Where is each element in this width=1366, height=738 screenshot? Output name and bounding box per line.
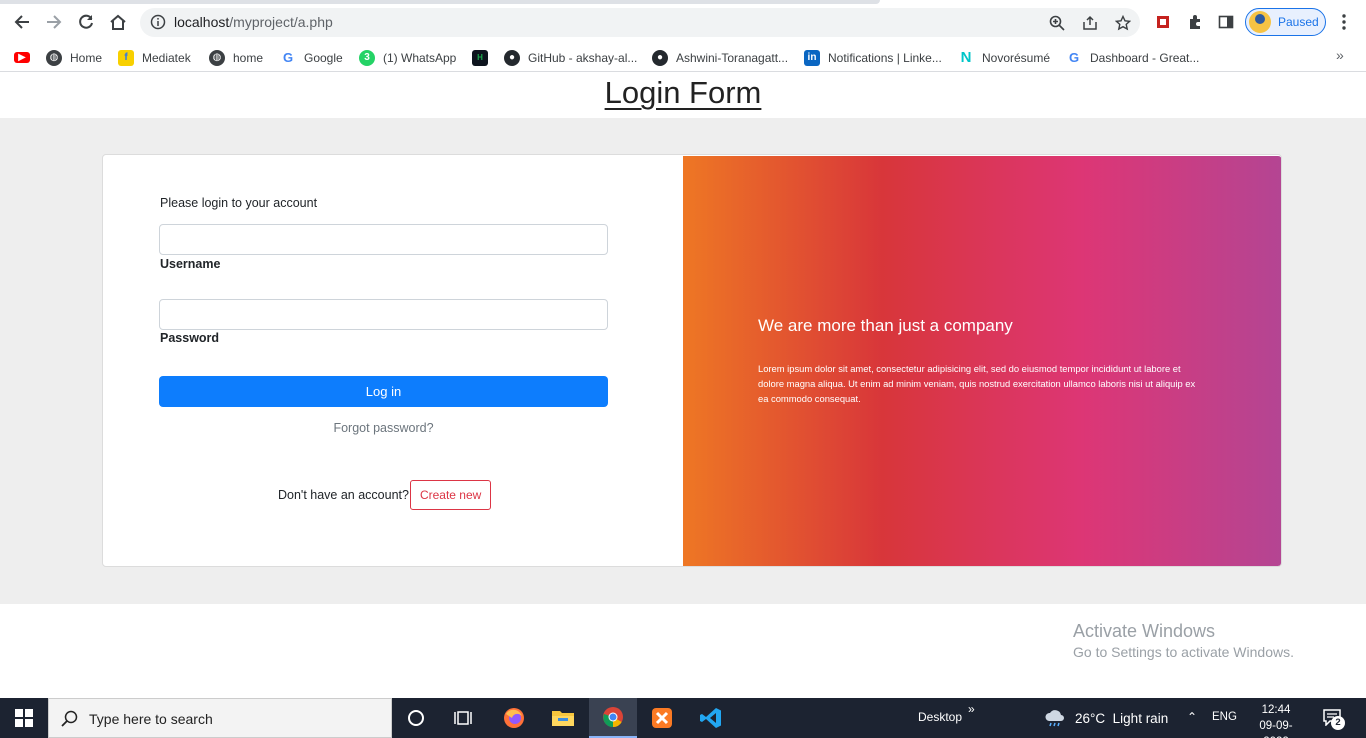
clock-time: 12:44 [1261,704,1291,716]
linkedin-icon: in [804,49,820,66]
promo-panel: We are more than just a company Lorem ip… [683,156,1281,566]
hackerrank-icon: H [472,49,488,66]
share-icon[interactable] [1080,13,1100,33]
extension-icon[interactable] [1152,11,1174,33]
username-input[interactable] [159,224,608,255]
bookmark-hackerrank[interactable]: H [472,47,496,68]
password-input[interactable] [159,299,608,330]
login-form: Please login to your account Username Pa… [103,155,683,566]
start-button[interactable] [0,698,48,738]
login-button[interactable]: Log in [159,376,608,407]
bookmarks-overflow-icon[interactable]: » [1336,47,1344,63]
bookmark-github-2[interactable]: ● Ashwini-Toranagatt... [652,47,788,68]
weather-widget[interactable]: 26°C Light rain [1043,708,1168,728]
bookmark-mediatek[interactable]: f Mediatek [118,47,191,68]
promo-body: Lorem ipsum dolor sit amet, consectetur … [758,363,1196,404]
clock[interactable]: 12:44 09-09-2022 [1248,702,1304,738]
watermark-subtitle: Go to Settings to activate Windows. [1073,644,1294,660]
bookmark-youtube[interactable]: ▶ [14,47,38,68]
bookmark-dashboard[interactable]: G Dashboard - Great... [1066,47,1199,68]
bookmark-home[interactable]: ◍ Home [46,47,102,68]
reload-icon[interactable] [74,10,98,34]
avatar [1249,11,1271,33]
search-icon [61,710,78,727]
google-icon: G [280,49,296,66]
bookmark-novoresume[interactable]: N Novorésumé [958,47,1050,68]
firefox-icon[interactable] [490,698,538,738]
signup-row: Don't have an account? Create new [278,480,492,510]
hidden-icons-chevron-icon[interactable]: ⌃ [1187,710,1197,724]
forward-icon[interactable] [42,10,66,34]
file-explorer-icon[interactable] [539,698,587,738]
profile-button[interactable]: Paused [1245,8,1326,36]
rain-cloud-icon [1045,710,1064,727]
tab-strip [0,0,880,4]
username-label: Username [160,257,221,271]
page-title: Login Form [604,75,762,110]
menu-kebab-icon[interactable] [1333,11,1355,33]
windows-taskbar: Type here to search Desktop » 26°C Light… [0,698,1366,738]
site-info-icon[interactable] [150,14,166,30]
notification-center-icon[interactable]: 2 [1322,708,1345,730]
chrome-icon[interactable] [589,698,637,738]
browser-toolbar: localhost/myproject/a.php Paused [0,0,1366,43]
github-icon: ● [504,49,520,66]
profile-status: Paused [1278,15,1319,29]
forgot-password-link[interactable]: Forgot password? [333,421,433,435]
create-new-button[interactable]: Create new [409,480,492,510]
globe-icon: ◍ [209,49,225,66]
bookmark-star-icon[interactable] [1113,13,1133,33]
bookmark-linkedin[interactable]: in Notifications | Linke... [804,47,942,68]
login-card: Please login to your account Username Pa… [102,154,1282,567]
bookmark-github-1[interactable]: ● GitHub - akshay-al... [504,47,637,68]
zoom-icon[interactable] [1047,13,1067,33]
watermark-title: Activate Windows [1073,621,1216,641]
search-placeholder: Type here to search [89,711,213,727]
flipkart-icon: f [118,49,134,66]
desktop-chevron-icon[interactable]: » [968,702,975,716]
google-icon: G [1066,49,1082,66]
password-label: Password [160,331,220,345]
novoresume-icon: N [958,49,974,66]
weather-text: 26°C Light rain [1075,710,1169,726]
bookmark-google[interactable]: G Google [280,47,343,68]
windows-logo-icon [15,709,33,727]
url-text: localhost/myproject/a.php [174,14,333,30]
globe-icon: ◍ [46,49,62,66]
xampp-icon[interactable] [638,698,686,738]
activate-windows-watermark: Activate Windows Go to Settings to activ… [1073,621,1294,660]
task-view-icon[interactable] [440,698,488,738]
language-indicator[interactable]: ENG [1212,711,1237,723]
cortana-icon[interactable] [392,698,440,738]
page-header: Login Form [0,73,1366,118]
github-icon: ● [652,49,668,66]
bookmark-home-2[interactable]: ◍ home [209,47,263,68]
login-prompt: Please login to your account [160,196,318,210]
notification-count-badge: 2 [1331,716,1345,730]
desktop-toolbar-label[interactable]: Desktop [918,710,962,724]
bookmark-whatsapp[interactable]: 3 (1) WhatsApp [359,47,456,68]
home-icon[interactable] [106,10,130,34]
signup-text: Don't have an account? [278,488,409,502]
clock-date: 09-09-2022 [1259,720,1293,738]
whatsapp-icon: 3 [359,49,375,66]
taskbar-search[interactable]: Type here to search [48,698,392,738]
bookmarks-bar: ▶ ◍ Home f Mediatek ◍ home G Google 3 (1… [0,43,1366,72]
address-bar[interactable]: localhost/myproject/a.php [140,8,1140,37]
side-panel-icon[interactable] [1215,11,1237,33]
promo-heading: We are more than just a company [758,316,1013,335]
youtube-icon: ▶ [14,52,30,63]
back-icon[interactable] [10,10,34,34]
puzzle-icon[interactable] [1184,11,1206,33]
vscode-icon[interactable] [687,698,735,738]
